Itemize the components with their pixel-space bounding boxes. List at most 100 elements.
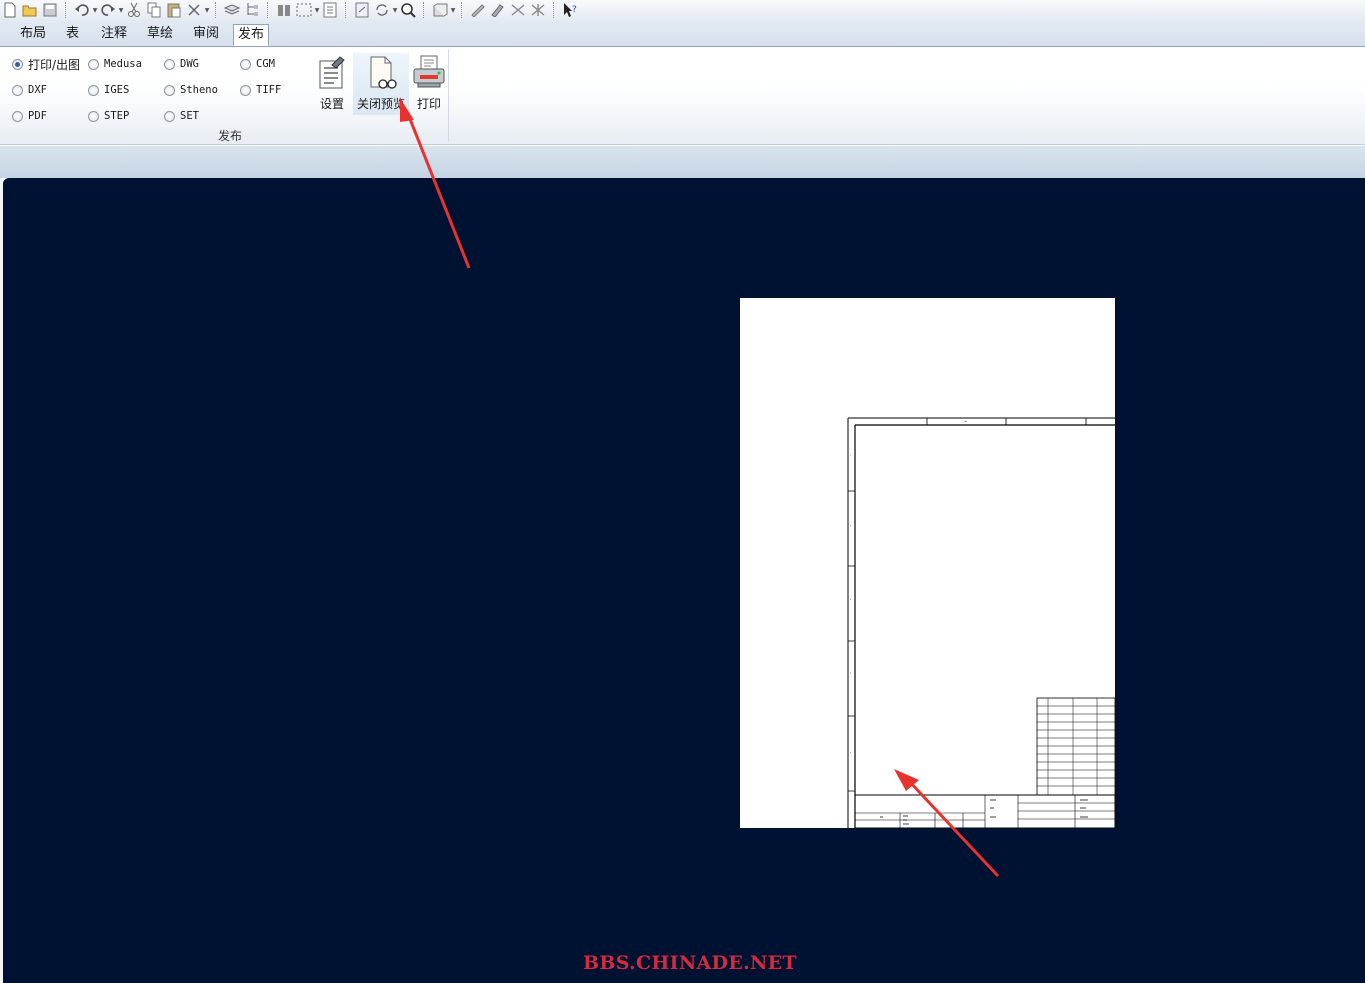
radio-set[interactable]: SET bbox=[164, 107, 199, 125]
radio-label: STEP bbox=[104, 110, 130, 122]
copy-icon[interactable] bbox=[146, 2, 162, 18]
save-icon[interactable] bbox=[42, 2, 58, 18]
radio-indicator bbox=[88, 110, 99, 122]
svg-text:·: · bbox=[850, 750, 851, 755]
preview-canvas[interactable]: ^ . , · ' · BBS.CHINADE.NET bbox=[3, 178, 1365, 983]
delete-icon[interactable] bbox=[186, 2, 202, 18]
watermark-text: BBS.CHINADE.NET bbox=[583, 952, 797, 974]
undo-icon[interactable] bbox=[74, 2, 90, 18]
zoom-icon[interactable] bbox=[400, 2, 416, 18]
radio-indicator bbox=[88, 58, 99, 70]
radio-label: 打印/出图 bbox=[28, 57, 81, 72]
pencil-tool-icon[interactable] bbox=[490, 2, 506, 18]
close-preview-button[interactable]: 关闭预览 bbox=[353, 53, 409, 115]
radio-label: Medusa bbox=[104, 58, 142, 70]
toolbar-separator bbox=[215, 2, 217, 18]
tab-review[interactable]: 审阅 bbox=[189, 24, 223, 44]
redo-icon[interactable] bbox=[100, 2, 116, 18]
toolbar-separator bbox=[267, 2, 269, 18]
radio-selected-indicator bbox=[12, 58, 23, 70]
settings-button[interactable]: 设置 bbox=[310, 53, 354, 115]
undo-dropdown-icon[interactable]: ▼ bbox=[92, 2, 98, 18]
radio-tiff[interactable]: TIFF bbox=[240, 81, 281, 99]
radio-step[interactable]: STEP bbox=[88, 107, 129, 125]
radio-indicator bbox=[88, 84, 99, 96]
radio-label: IGES bbox=[104, 84, 130, 96]
tab-sketch[interactable]: 草绘 bbox=[143, 24, 177, 44]
printer-icon bbox=[413, 55, 445, 88]
radio-label: PDF bbox=[28, 110, 47, 122]
radio-medusa[interactable]: Medusa bbox=[88, 55, 142, 73]
find-icon[interactable] bbox=[276, 2, 292, 18]
radio-dwg[interactable]: DWG bbox=[164, 55, 199, 73]
erase-all-icon[interactable] bbox=[530, 2, 546, 18]
redo-dropdown-icon[interactable]: ▼ bbox=[118, 2, 124, 18]
radio-indicator bbox=[164, 110, 175, 122]
radio-stheno[interactable]: Stheno bbox=[164, 81, 218, 99]
quick-access-toolbar: ▼ ▼ ▼ ▼ ▼ ▼ ? bbox=[0, 0, 1365, 20]
layers-icon[interactable] bbox=[224, 2, 240, 18]
svg-text:.: . bbox=[850, 452, 851, 457]
properties-icon[interactable] bbox=[322, 2, 338, 18]
toolbar-separator bbox=[461, 2, 463, 18]
tab-table[interactable]: 表 bbox=[62, 24, 83, 44]
cut-icon[interactable] bbox=[126, 2, 142, 18]
toolbar-separator bbox=[553, 2, 555, 18]
radio-indicator bbox=[12, 110, 23, 122]
display-dropdown-icon[interactable]: ▼ bbox=[450, 2, 456, 18]
close-preview-icon bbox=[370, 56, 397, 89]
select-box-icon[interactable] bbox=[296, 2, 312, 18]
ribbon-tab-bar: 布局 表 注释 草绘 审阅 发布 bbox=[0, 20, 1365, 47]
radio-indicator bbox=[12, 84, 23, 96]
erase-tool-icon[interactable] bbox=[510, 2, 526, 18]
svg-text:,: , bbox=[850, 522, 851, 527]
print-button[interactable]: 打印 bbox=[409, 53, 449, 115]
refresh-icon[interactable] bbox=[374, 2, 390, 18]
toolbar-separator bbox=[345, 2, 347, 18]
radio-label: TIFF bbox=[256, 84, 282, 96]
print-settings-icon bbox=[319, 56, 345, 89]
select-dropdown-icon[interactable]: ▼ bbox=[314, 2, 320, 18]
radio-pdf[interactable]: PDF bbox=[12, 107, 47, 125]
radio-label: Stheno bbox=[180, 84, 218, 96]
radio-iges[interactable]: IGES bbox=[88, 81, 129, 99]
settings-label: 设置 bbox=[319, 97, 344, 111]
tree-icon[interactable] bbox=[244, 2, 260, 18]
radio-indicator bbox=[164, 84, 175, 96]
radio-dxf[interactable]: DXF bbox=[12, 81, 47, 99]
radio-indicator bbox=[240, 84, 251, 96]
radio-label: DWG bbox=[180, 58, 199, 70]
publish-group: 打印/出图 Medusa DWG CGM DXF IGES Stheno TIF… bbox=[4, 50, 449, 143]
svg-text:^: ^ bbox=[964, 420, 967, 425]
radio-cgm[interactable]: CGM bbox=[240, 55, 275, 73]
tab-layout[interactable]: 布局 bbox=[16, 24, 50, 44]
toolbar-separator bbox=[423, 2, 425, 18]
open-folder-icon[interactable] bbox=[22, 2, 38, 18]
ribbon-bottom-strip bbox=[0, 145, 1365, 178]
sketch-tool-icon[interactable] bbox=[470, 2, 486, 18]
print-label: 打印 bbox=[416, 97, 441, 111]
delete-dropdown-icon[interactable]: ▼ bbox=[204, 2, 210, 18]
context-help-icon[interactable]: ? bbox=[562, 2, 578, 18]
new-file-icon[interactable] bbox=[2, 2, 18, 18]
radio-indicator bbox=[240, 58, 251, 70]
close-preview-label: 关闭预览 bbox=[356, 97, 405, 111]
refresh-dropdown-icon[interactable]: ▼ bbox=[392, 2, 398, 18]
paste-icon[interactable] bbox=[166, 2, 182, 18]
radio-label: CGM bbox=[256, 58, 275, 70]
ribbon-panel: 打印/出图 Medusa DWG CGM DXF IGES Stheno TIF… bbox=[0, 47, 1365, 145]
display-style-icon[interactable] bbox=[432, 2, 448, 18]
publish-group-label: 发布 bbox=[218, 129, 243, 143]
svg-text:': ' bbox=[850, 672, 851, 677]
regenerate-icon[interactable] bbox=[354, 2, 370, 18]
svg-text:?: ? bbox=[572, 5, 577, 15]
tab-publish[interactable]: 发布 bbox=[233, 24, 270, 46]
preview-sheet[interactable]: ^ . , · ' · bbox=[740, 298, 1116, 829]
radio-indicator bbox=[164, 58, 175, 70]
toolbar-separator bbox=[65, 2, 67, 18]
radio-print-plot[interactable]: 打印/出图 bbox=[12, 55, 80, 73]
radio-label: DXF bbox=[28, 84, 47, 96]
radio-label: SET bbox=[180, 110, 199, 122]
drawing-frame: ^ . , · ' · bbox=[847, 417, 1116, 829]
tab-annotate[interactable]: 注释 bbox=[97, 24, 131, 44]
